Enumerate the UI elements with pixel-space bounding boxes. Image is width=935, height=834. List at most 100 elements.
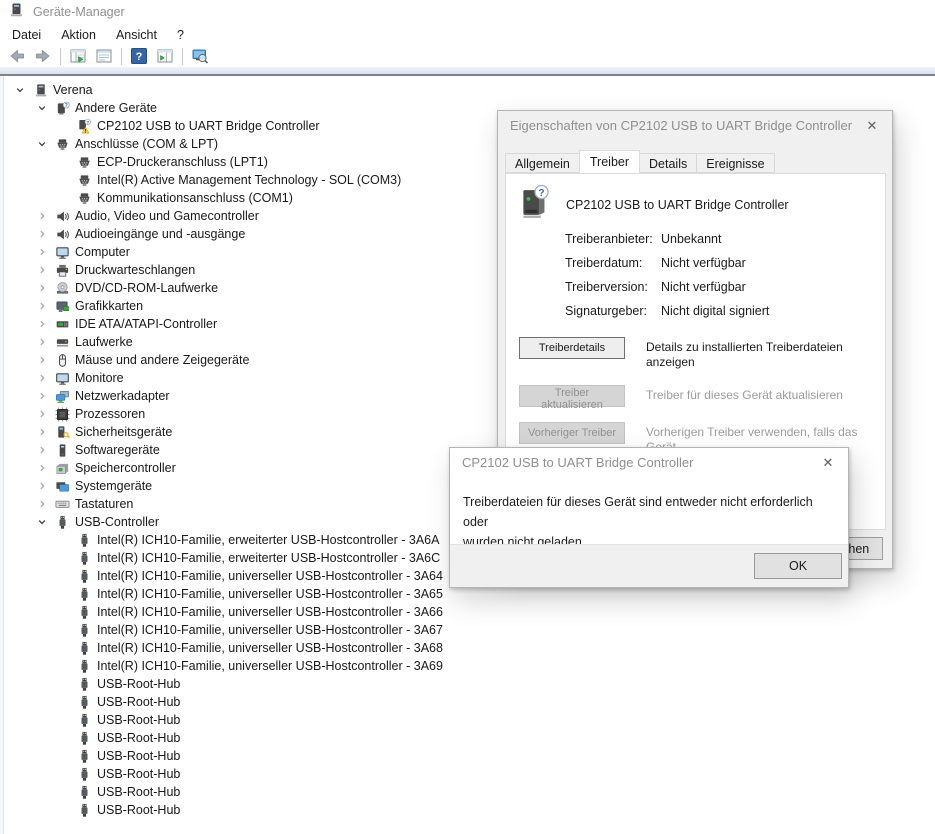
- device-name: CP2102 USB to UART Bridge Controller: [566, 198, 789, 212]
- system-icon: [52, 479, 72, 494]
- device-header: ? CP2102 USB to UART Bridge Controller: [519, 184, 789, 226]
- toolbar-separator: [182, 48, 183, 65]
- tree-item[interactable]: USB-Root-Hub: [2, 711, 935, 729]
- chevron-collapsed-icon[interactable]: [32, 263, 52, 277]
- console-tree-icon[interactable]: [65, 46, 91, 67]
- tree-item-label: Verena: [50, 83, 93, 97]
- software-icon: [52, 443, 72, 458]
- action-pane-icon[interactable]: [152, 46, 178, 67]
- tree-item-label: Audioeingänge und -ausgänge: [72, 227, 245, 241]
- driver-field-label: Treiberanbieter:: [565, 232, 661, 249]
- gpu-icon: [52, 299, 72, 314]
- chevron-collapsed-icon[interactable]: [32, 497, 52, 511]
- driver-field-value: Nicht verfügbar: [661, 256, 746, 273]
- tree-item[interactable]: Intel(R) ICH10-Familie, universeller USB…: [2, 603, 935, 621]
- chevron-collapsed-icon[interactable]: [32, 479, 52, 493]
- menu-aktion[interactable]: Aktion: [51, 26, 106, 44]
- tree-item-label: Prozessoren: [72, 407, 145, 421]
- help-icon[interactable]: ?: [126, 46, 152, 67]
- chevron-collapsed-icon[interactable]: [32, 407, 52, 421]
- chevron-expanded-icon[interactable]: [32, 515, 52, 529]
- window-title: Geräte-Manager: [33, 5, 125, 19]
- tree-item-label: USB-Root-Hub: [94, 677, 180, 691]
- usb-icon: [52, 515, 72, 530]
- chevron-collapsed-icon[interactable]: [32, 389, 52, 403]
- tree-item[interactable]: USB-Root-Hub: [2, 675, 935, 693]
- chevron-collapsed-icon[interactable]: [32, 299, 52, 313]
- driver-action-row: TreiberdetailsDetails zu installierten T…: [519, 337, 877, 370]
- tree-item[interactable]: USB-Root-Hub: [2, 747, 935, 765]
- chevron-collapsed-icon[interactable]: [32, 281, 52, 295]
- tree-item[interactable]: USB-Root-Hub: [2, 729, 935, 747]
- tree-item-label: Systemgeräte: [72, 479, 152, 493]
- tree-item[interactable]: Verena: [2, 81, 935, 99]
- chevron-spacer: [54, 659, 74, 673]
- forward-arrow-icon[interactable]: [30, 46, 56, 67]
- tree-item[interactable]: USB-Root-Hub: [2, 765, 935, 783]
- chevron-collapsed-icon[interactable]: [32, 209, 52, 223]
- chevron-spacer: [54, 803, 74, 817]
- chevron-collapsed-icon[interactable]: [32, 461, 52, 475]
- chevron-spacer: [54, 677, 74, 691]
- tree-item-label: Intel(R) ICH10-Familie, universeller USB…: [94, 641, 443, 655]
- chevron-collapsed-icon[interactable]: [32, 443, 52, 457]
- chevron-spacer: [54, 767, 74, 781]
- treiberdetails-button[interactable]: Treiberdetails: [519, 337, 625, 359]
- keyboard-icon: [52, 497, 72, 512]
- tree-item-label: Kommunikationsanschluss (COM1): [94, 191, 293, 205]
- chevron-spacer: [54, 641, 74, 655]
- tree-item-label: Intel(R) Active Management Technology - …: [94, 173, 401, 187]
- chevron-collapsed-icon[interactable]: [32, 371, 52, 385]
- chevron-collapsed-icon[interactable]: [32, 353, 52, 367]
- usb-icon: [74, 533, 94, 548]
- tab-treiber[interactable]: Treiber: [579, 150, 640, 173]
- close-icon[interactable]: ✕: [816, 453, 840, 473]
- driver-field-row: Treiberversion:Nicht verfügbar: [565, 280, 769, 297]
- message-body: Treiberdateien für dieses Gerät sind ent…: [463, 492, 836, 552]
- mouse-icon: [52, 353, 72, 368]
- driver-info-fields: Treiberanbieter:UnbekanntTreiberdatum:Ni…: [565, 232, 769, 328]
- tree-item[interactable]: USB-Root-Hub: [2, 801, 935, 819]
- tree-item[interactable]: Intel(R) ICH10-Familie, universeller USB…: [2, 639, 935, 657]
- chevron-expanded-icon[interactable]: [32, 101, 52, 115]
- chevron-spacer: [54, 587, 74, 601]
- tab-ereignisse[interactable]: Ereignisse: [696, 153, 774, 173]
- tree-item-label: Intel(R) ICH10-Familie, universeller USB…: [94, 623, 443, 637]
- chevron-collapsed-icon[interactable]: [32, 425, 52, 439]
- chevron-spacer: [54, 749, 74, 763]
- tree-item[interactable]: Intel(R) ICH10-Familie, universeller USB…: [2, 621, 935, 639]
- message-dialog-title: CP2102 USB to UART Bridge Controller: [450, 448, 814, 478]
- dvd-icon: [52, 281, 72, 296]
- usb-icon: [74, 623, 94, 638]
- ok-button[interactable]: OK: [754, 553, 842, 579]
- back-arrow-icon[interactable]: [4, 46, 30, 67]
- scan-hardware-icon[interactable]: [187, 46, 213, 67]
- tab-details[interactable]: Details: [639, 153, 697, 173]
- tree-item[interactable]: USB-Root-Hub: [2, 693, 935, 711]
- tree-item-label: Grafikkarten: [72, 299, 143, 313]
- properties-tab-strip: AllgemeinTreiberDetailsEreignisse: [505, 150, 774, 173]
- menu-datei[interactable]: Datei: [2, 26, 51, 44]
- chevron-expanded-icon[interactable]: [10, 83, 30, 97]
- chevron-expanded-icon[interactable]: [32, 137, 52, 151]
- chevron-collapsed-icon[interactable]: [32, 317, 52, 331]
- properties-icon[interactable]: [91, 46, 117, 67]
- chevron-spacer: [54, 731, 74, 745]
- tree-item[interactable]: Intel(R) ICH10-Familie, universeller USB…: [2, 657, 935, 675]
- driver-field-value: Nicht verfügbar: [661, 280, 746, 297]
- window-titlebar: Geräte-Manager: [0, 0, 935, 24]
- tree-item[interactable]: USB-Root-Hub: [2, 783, 935, 801]
- close-icon[interactable]: ✕: [860, 116, 884, 136]
- chevron-spacer: [54, 695, 74, 709]
- driver-field-value: Nicht digital signiert: [661, 304, 769, 321]
- chevron-collapsed-icon[interactable]: [32, 227, 52, 241]
- menu-ansicht[interactable]: Ansicht: [106, 26, 167, 44]
- tab-allgemein[interactable]: Allgemein: [505, 153, 580, 173]
- chevron-collapsed-icon[interactable]: [32, 335, 52, 349]
- chevron-collapsed-icon[interactable]: [32, 245, 52, 259]
- menu-help[interactable]: ?: [167, 26, 194, 44]
- chevron-spacer: [54, 191, 74, 205]
- tree-item-label: ECP-Druckeranschluss (LPT1): [94, 155, 268, 169]
- tree-item-label: Tastaturen: [72, 497, 133, 511]
- usb-icon: [74, 551, 94, 566]
